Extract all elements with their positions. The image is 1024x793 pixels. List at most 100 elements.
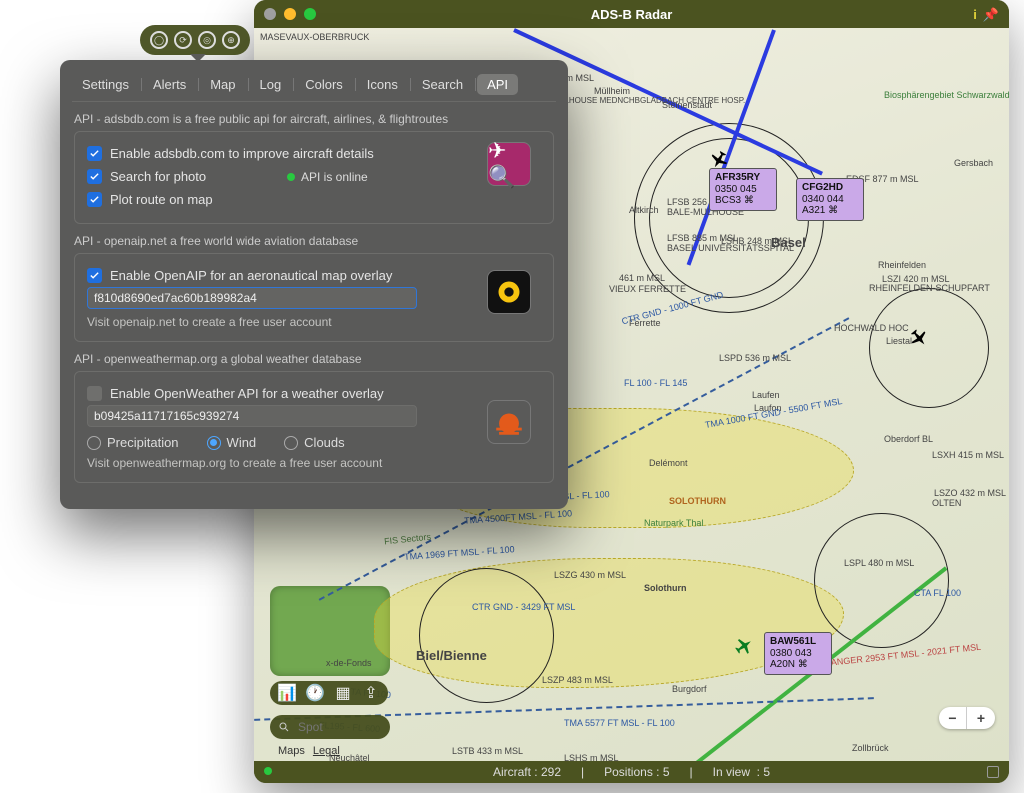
section-adsbdb: ✈🔍 Enable adsbdb.com to improve aircraft… xyxy=(74,131,554,224)
tab-api[interactable]: API xyxy=(477,74,518,95)
api-status: API is online xyxy=(287,170,368,184)
map-label: MASEVAUX-OBERBRUCK xyxy=(260,32,369,42)
radio-wind[interactable]: Wind xyxy=(207,435,257,450)
map-label: RHEINFELDEN-SCHUPFART xyxy=(869,283,990,293)
airspace-label: TMA 5577 FT MSL - FL 100 xyxy=(564,718,675,728)
tab-log[interactable]: Log xyxy=(250,74,292,95)
flight-tag[interactable]: BAW561L 0380 043 A20N ⌘ xyxy=(764,632,832,675)
pin-icon[interactable]: 📌 xyxy=(983,7,999,23)
info-icon[interactable]: i xyxy=(973,7,977,23)
airspace-label: CTA FL 100 xyxy=(914,588,961,598)
map-label: Basel xyxy=(771,235,806,250)
radio-precip[interactable]: Precipitation xyxy=(87,435,179,450)
min-window[interactable] xyxy=(284,8,296,20)
map-label: Laufen xyxy=(752,390,780,400)
titlebar[interactable]: ADS-B Radar i 📌 xyxy=(254,0,1009,28)
flight-info: A20N ⌘ xyxy=(770,659,826,671)
map-label: Biosphärengebiet Schwarzwald xyxy=(884,90,1009,100)
flight-info: BCS3 ⌘ xyxy=(715,195,771,207)
checkbox-adsbdb-enable[interactable] xyxy=(87,146,102,161)
checkbox-adsbdb-route[interactable] xyxy=(87,192,102,207)
map-search[interactable] xyxy=(270,715,390,739)
section-title-openaip: API - openaip.net a free world wide avia… xyxy=(74,234,554,248)
maps-label: Maps xyxy=(278,745,305,757)
flight-tag[interactable]: CFG2HD 0340 044 A321 ⌘ xyxy=(796,178,864,221)
flight-info: A321 ⌘ xyxy=(802,205,858,217)
owm-help: Visit openweathermap.org to create a fre… xyxy=(87,456,541,470)
zoom-window[interactable] xyxy=(304,8,316,20)
status-green-dot-icon xyxy=(287,173,295,181)
search-icon xyxy=(278,721,290,733)
openweather-icon xyxy=(487,400,531,444)
target-icon[interactable]: ◎ xyxy=(198,31,216,49)
tab-icons[interactable]: Icons xyxy=(357,74,408,95)
checkbox-label: Enable OpenWeather API for a weather ove… xyxy=(110,386,384,401)
legal-link[interactable]: Legal xyxy=(313,745,340,757)
map-label: Oberdorf BL xyxy=(884,434,933,444)
grid-icon[interactable]: ⊕ xyxy=(222,31,240,49)
adsbdb-icon: ✈🔍 xyxy=(487,142,531,186)
refresh-icon[interactable]: ⟳ xyxy=(174,31,192,49)
checkbox-label: Enable adsbdb.com to improve aircraft de… xyxy=(110,146,374,161)
flight-callsign: CFG2HD xyxy=(802,182,858,194)
status-dot-icon xyxy=(264,767,272,775)
map-label: LSZG 430 m MSL xyxy=(554,570,626,580)
checkbox-owm-enable[interactable] xyxy=(87,386,102,401)
map-label: OLTEN xyxy=(932,498,961,508)
flight-info: 0350 045 xyxy=(715,184,771,196)
map-label: SOLOTHURN xyxy=(669,496,726,506)
checkbox-label: Search for photo xyxy=(110,169,206,184)
flight-tag[interactable]: AFR35RY 0350 045 BCS3 ⌘ xyxy=(709,168,777,211)
checkbox-openaip-enable[interactable] xyxy=(87,268,102,283)
airspace-label: FL 100 - FL 145 xyxy=(624,378,687,388)
owm-key-input[interactable] xyxy=(87,405,417,427)
map-label: Zollbrück xyxy=(852,743,889,753)
map-label: LSZO 432 m MSL xyxy=(934,488,1006,498)
tab-search[interactable]: Search xyxy=(412,74,473,95)
close-window[interactable] xyxy=(264,8,276,20)
settings-tabs: Settings Alerts Map Log Colors Icons Sea… xyxy=(72,72,556,102)
status-bar: Aircraft : 292 | Positions : 5 | In view… xyxy=(254,761,1009,783)
map-label: Naturpark Thal xyxy=(644,518,703,528)
stats-icon[interactable]: 📊 xyxy=(278,684,296,702)
status-inview: In view : 5 xyxy=(713,765,770,779)
search-input[interactable] xyxy=(296,719,372,735)
openaip-help: Visit openaip.net to create a free user … xyxy=(87,315,541,329)
map-label: Biel/Bienne xyxy=(416,648,487,663)
grid-icon[interactable]: ▦ xyxy=(334,684,352,702)
clock-icon[interactable]: 🕐 xyxy=(306,684,324,702)
checkbox-adsbdb-photo[interactable] xyxy=(87,169,102,184)
section-title-adsbdb: API - adsbdb.com is a free public api fo… xyxy=(74,112,554,126)
map-label: Delémont xyxy=(649,458,688,468)
flight-info: 0380 043 xyxy=(770,648,826,660)
map-label: Burgdorf xyxy=(672,684,707,694)
map-label: HOCHWALD HOC xyxy=(834,323,909,333)
map-label: 461 m MSL xyxy=(619,273,665,283)
share-icon[interactable]: ⇪ xyxy=(362,684,380,702)
tab-alerts[interactable]: Alerts xyxy=(143,74,196,95)
map-label: Solothurn xyxy=(644,583,687,593)
globe-icon[interactable]: ◯ xyxy=(150,31,168,49)
radio-clouds[interactable]: Clouds xyxy=(284,435,344,450)
maps-attribution: Maps Legal xyxy=(270,745,340,757)
tab-map[interactable]: Map xyxy=(200,74,245,95)
tab-settings[interactable]: Settings xyxy=(72,74,139,95)
expand-icon[interactable] xyxy=(987,766,999,778)
map-label: Müllheim xyxy=(594,86,630,96)
map-label: VIEUX FERRETTE xyxy=(609,284,686,294)
map-label: Gersbach xyxy=(954,158,993,168)
flight-callsign: BAW561L xyxy=(770,636,826,648)
map-label: LSPL 480 m MSL xyxy=(844,558,914,568)
zoom-in-button[interactable]: + xyxy=(967,707,995,729)
map-label: LSXH 415 m MSL xyxy=(932,450,1004,460)
map-label: LSZP 483 m MSL xyxy=(542,675,613,685)
section-owm: Enable OpenWeather API for a weather ove… xyxy=(74,371,554,483)
tab-colors[interactable]: Colors xyxy=(295,74,353,95)
openaip-key-input[interactable] xyxy=(87,287,417,309)
zoom-out-button[interactable]: − xyxy=(939,707,967,729)
section-openaip: Enable OpenAIP for an aeronautical map o… xyxy=(74,253,554,342)
section-title-owm: API - openweathermap.org a global weathe… xyxy=(74,352,554,366)
airspace-ring xyxy=(869,288,989,408)
settings-popover: ◯ ⟳ ◎ ⊕ Settings Alerts Map Log Colors I… xyxy=(60,60,568,509)
zoom-control: − + xyxy=(939,707,995,729)
